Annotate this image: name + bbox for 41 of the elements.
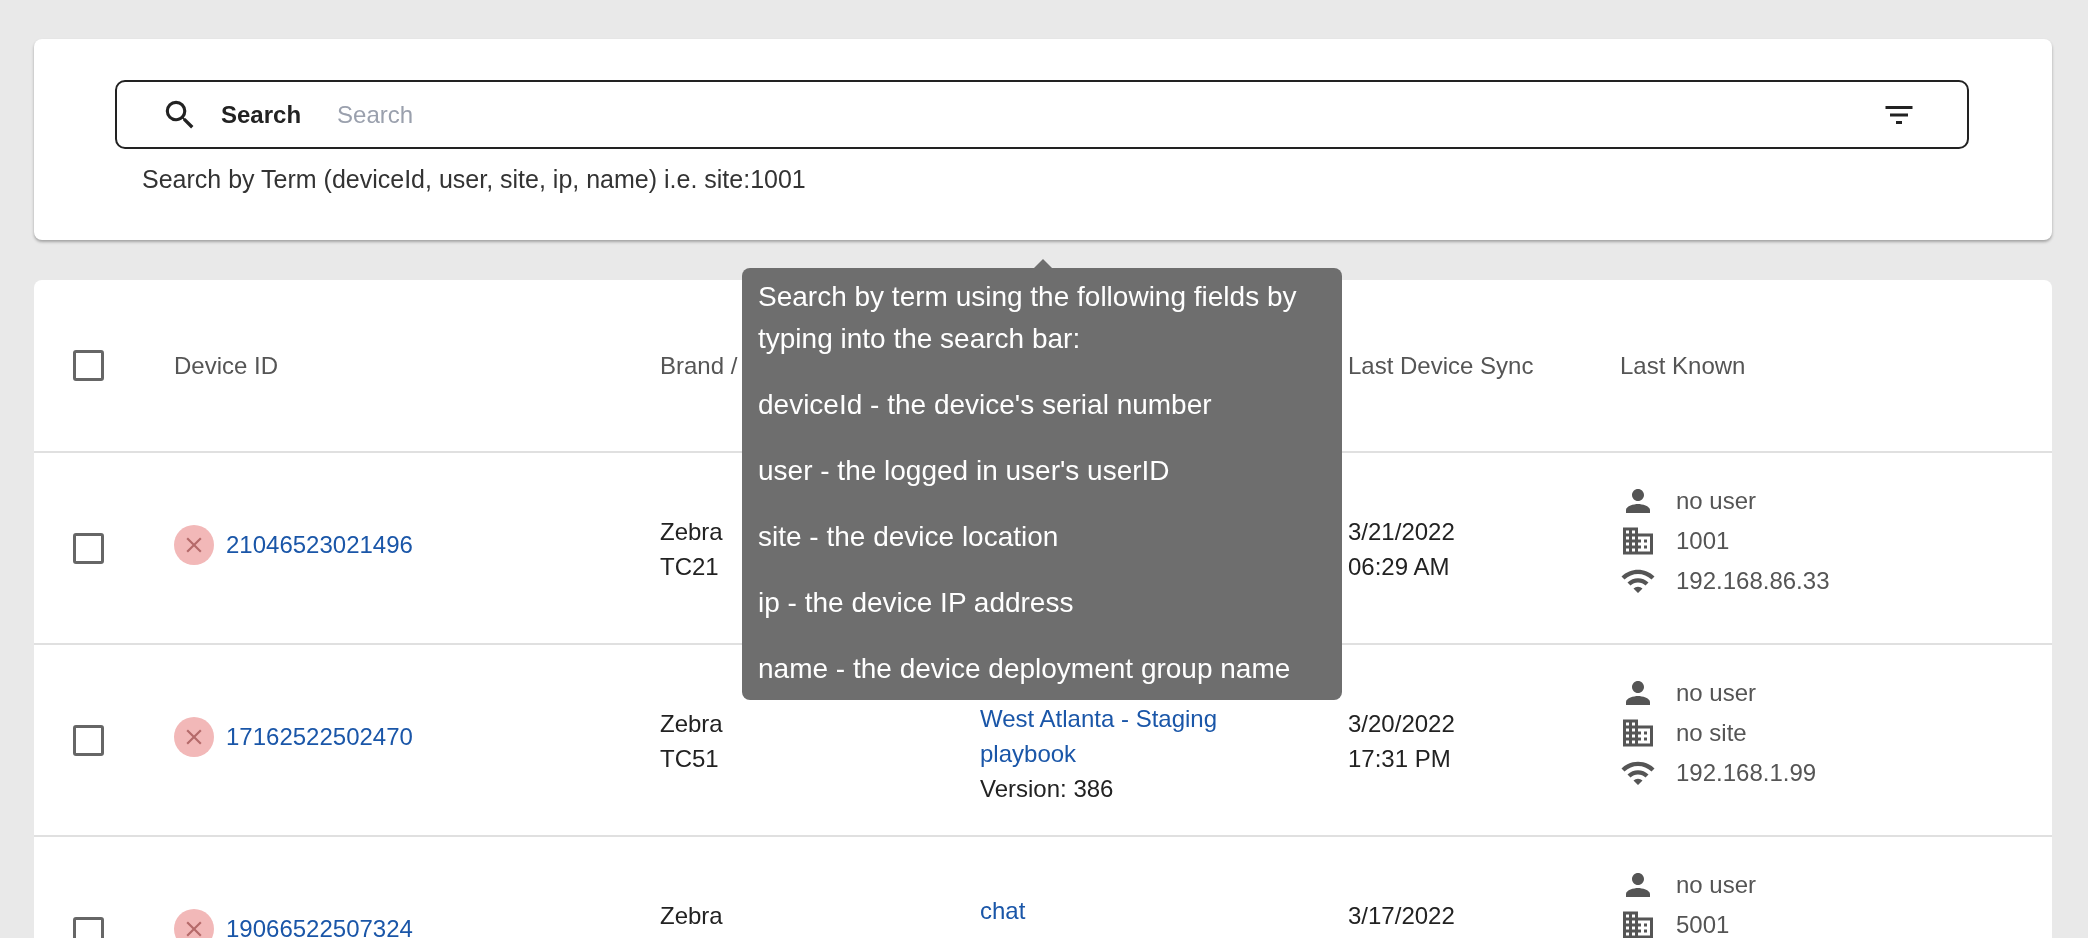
user-text: no user	[1676, 486, 1757, 516]
model-text: TC21	[660, 552, 719, 582]
sync-time: 17:31 PM	[1348, 744, 1451, 774]
sync-date: 3/21/2022	[1348, 517, 1455, 547]
tooltip-line: site - the device location	[758, 520, 1060, 554]
user-text: no user	[1676, 870, 1757, 900]
tooltip-line: user - the logged in user's userID	[758, 454, 1171, 488]
device-id-link[interactable]: 21046523021496	[226, 531, 413, 559]
sync-time: 06:29 AM	[1348, 552, 1450, 582]
search-input[interactable]: Search	[337, 96, 1881, 133]
ip-text: 192.168.86.33	[1676, 566, 1830, 596]
device-id-link[interactable]: 19066522507324	[226, 915, 413, 938]
sync-date: 3/20/2022	[1348, 709, 1455, 739]
column-header: Last Device Sync	[1348, 351, 1534, 379]
tooltip-intro: Search by term using the following fields by typing into the search bar:	[758, 280, 1298, 356]
tooltip-line: name - the device deployment group name	[758, 652, 1292, 686]
site-text: 1001	[1676, 526, 1730, 556]
search-field[interactable]: Search Search	[115, 80, 1969, 149]
tooltip-line: deviceId - the device's serial number	[758, 388, 1213, 422]
group-link[interactable]: West Atlanta - Staging playbook	[980, 701, 1308, 771]
site-text: 5001	[1676, 910, 1730, 938]
model-text: TC51	[660, 744, 719, 774]
helper-text: Search by Term (deviceId, user, site, ip, name) i.e. site:1001	[142, 164, 807, 195]
column-header: Brand /	[660, 351, 738, 379]
group-link[interactable]: chat	[980, 893, 1026, 928]
brand-text: Zebra	[660, 709, 723, 739]
checkbox[interactable]	[73, 533, 104, 564]
checkbox[interactable]	[73, 350, 104, 381]
site-text: no site	[1676, 718, 1747, 748]
column-header: Device ID	[174, 351, 279, 379]
brand-text: Zebra	[660, 901, 723, 931]
sync-date: 3/17/2022	[1348, 901, 1455, 931]
tooltip-line: ip - the device IP address	[758, 586, 1075, 620]
column-header: Last Known	[1620, 351, 1746, 379]
search-label: Search	[221, 99, 302, 130]
ip-text: 192.168.1.99	[1676, 758, 1817, 788]
device-id-link[interactable]: 17162522502470	[226, 723, 413, 751]
brand-text: Zebra	[660, 517, 723, 547]
checkbox[interactable]	[73, 725, 104, 756]
user-text: no user	[1676, 678, 1757, 708]
version-text: Version: 386	[980, 774, 1114, 804]
